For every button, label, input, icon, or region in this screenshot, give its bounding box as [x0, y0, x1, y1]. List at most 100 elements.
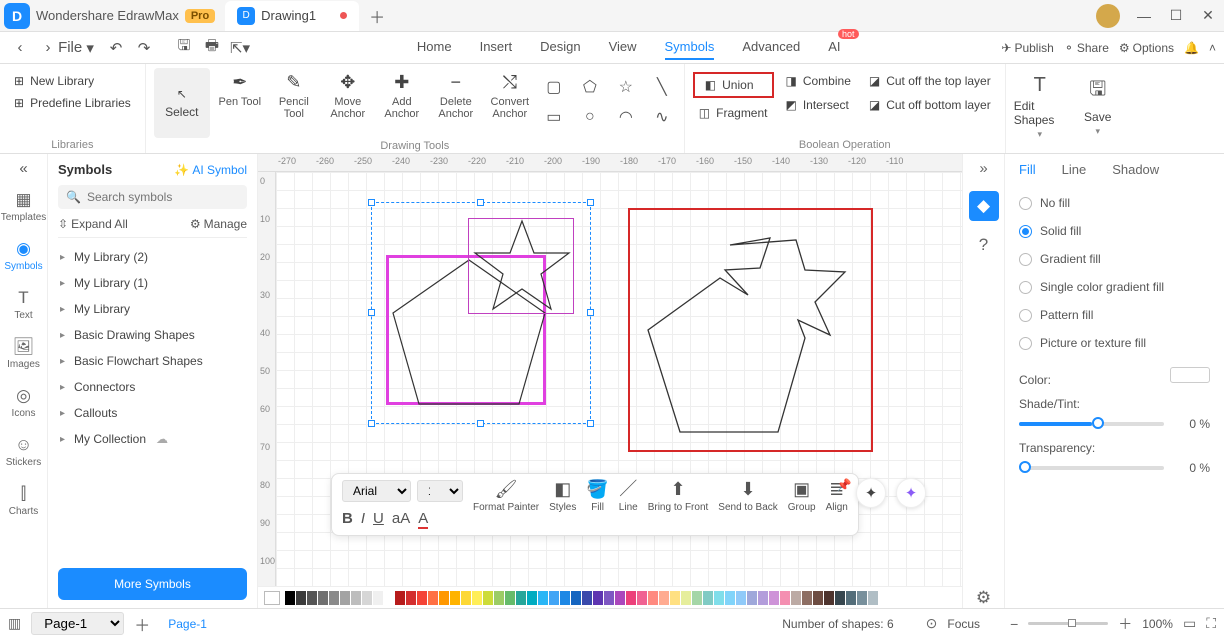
color-swatch[interactable]: [439, 591, 449, 605]
nofill-radio[interactable]: No fill: [1019, 196, 1210, 210]
color-swatch[interactable]: [340, 591, 350, 605]
color-swatch[interactable]: [505, 591, 515, 605]
resize-handle[interactable]: [477, 420, 484, 427]
pages-icon[interactable]: ▥: [8, 615, 21, 632]
color-swatch[interactable]: [549, 591, 559, 605]
textcase-button[interactable]: aA: [392, 510, 410, 529]
eyedropper-icon[interactable]: [264, 591, 280, 605]
color-swatch[interactable]: [769, 591, 779, 605]
pin-icon[interactable]: 📌: [837, 478, 852, 492]
curve-shape[interactable]: ∿: [648, 104, 676, 130]
color-swatch[interactable]: [791, 591, 801, 605]
color-swatch[interactable]: [681, 591, 691, 605]
arc-shape[interactable]: ◠: [612, 104, 640, 130]
cut-top-button[interactable]: ◪ Cut off the top layer: [863, 72, 997, 90]
font-select[interactable]: Arial: [342, 480, 411, 502]
fill-tab[interactable]: Fill: [1019, 162, 1036, 177]
lib-item[interactable]: ▸Callouts: [58, 400, 247, 426]
color-swatch[interactable]: [747, 591, 757, 605]
fit-page-icon[interactable]: ▭: [1183, 615, 1196, 632]
color-swatch[interactable]: [472, 591, 482, 605]
color-swatch[interactable]: [318, 591, 328, 605]
color-swatch[interactable]: [494, 591, 504, 605]
select-tool[interactable]: ↖ Select: [154, 68, 210, 138]
resize-handle[interactable]: [587, 309, 594, 316]
tab-design[interactable]: Design: [540, 35, 580, 60]
edit-shapes-button[interactable]: TEdit Shapes▾: [1014, 68, 1066, 140]
fontcolor-button[interactable]: A: [418, 510, 428, 529]
color-swatch[interactable]: [725, 591, 735, 605]
color-swatch[interactable]: [626, 591, 636, 605]
save-symbol-button[interactable]: 🖫Save▾: [1072, 68, 1124, 137]
shade-slider[interactable]: [1019, 422, 1164, 426]
intersect-button[interactable]: ◩ Intersect: [780, 96, 857, 114]
color-swatch[interactable]: [692, 591, 702, 605]
settings-icon[interactable]: ⚙: [976, 588, 991, 608]
smart-button[interactable]: ✦: [856, 478, 886, 508]
color-swatch[interactable]: [329, 591, 339, 605]
star-bbox[interactable]: [468, 218, 574, 314]
tab-ai[interactable]: AIhot: [828, 35, 840, 60]
color-swatch[interactable]: [835, 591, 845, 605]
color-swatch[interactable]: [857, 591, 867, 605]
minimize-button[interactable]: —: [1128, 0, 1160, 32]
star-shape[interactable]: ☆: [612, 74, 640, 100]
color-swatch[interactable]: [648, 591, 658, 605]
bold-button[interactable]: B: [342, 510, 353, 529]
resize-handle[interactable]: [368, 199, 375, 206]
gradient-radio[interactable]: Gradient fill: [1019, 252, 1210, 266]
save-icon[interactable]: 🖫: [172, 36, 196, 60]
fill-tool-icon[interactable]: ◆: [969, 191, 999, 221]
add-page-button[interactable]: ＋: [134, 612, 150, 636]
fill-button[interactable]: 🪣Fill: [586, 480, 608, 513]
page-select[interactable]: Page-1: [31, 612, 124, 635]
single-gradient-radio[interactable]: Single color gradient fill: [1019, 280, 1210, 294]
resize-handle[interactable]: [477, 199, 484, 206]
rail-stickers[interactable]: ☺Stickers: [0, 432, 47, 471]
page-tab[interactable]: Page-1: [160, 614, 215, 634]
lib-item[interactable]: ▸My Library (2): [58, 244, 247, 270]
document-tab[interactable]: D Drawing1: [225, 1, 359, 31]
bring-front-button[interactable]: ⬆Bring to Front: [648, 480, 709, 513]
color-swatch[interactable]: [461, 591, 471, 605]
color-swatch[interactable]: [802, 591, 812, 605]
resize-handle[interactable]: [368, 309, 375, 316]
rect-shape[interactable]: ▢: [540, 74, 568, 100]
close-button[interactable]: ✕: [1192, 0, 1224, 32]
line-tab[interactable]: Line: [1062, 162, 1087, 177]
color-swatch[interactable]: [659, 591, 669, 605]
union-button[interactable]: ◧ Union: [693, 72, 774, 98]
back-button[interactable]: ‹: [8, 36, 32, 60]
zoom-in-button[interactable]: ＋: [1118, 614, 1132, 634]
styles-button[interactable]: ◧Styles: [549, 480, 576, 513]
user-avatar[interactable]: [1096, 4, 1120, 28]
move-anchor-tool[interactable]: ✥Move Anchor: [324, 68, 372, 120]
color-swatch[interactable]: [637, 591, 647, 605]
combine-button[interactable]: ◨ Combine: [780, 72, 857, 90]
color-swatch[interactable]: [736, 591, 746, 605]
color-swatch[interactable]: [714, 591, 724, 605]
collapse-rail-icon[interactable]: «: [19, 160, 27, 177]
ai-sparkle-button[interactable]: ✦: [896, 478, 926, 508]
notifications-icon[interactable]: 🔔: [1184, 41, 1199, 55]
color-swatch[interactable]: [758, 591, 768, 605]
underline-button[interactable]: U: [373, 510, 384, 529]
color-swatch[interactable]: [571, 591, 581, 605]
focus-label[interactable]: Focus: [947, 617, 980, 631]
help-icon[interactable]: ?: [979, 235, 988, 255]
color-swatch[interactable]: [285, 591, 295, 605]
lib-item[interactable]: ▸My Collection ☁: [58, 426, 247, 452]
more-symbols-button[interactable]: More Symbols: [58, 568, 247, 600]
color-swatch[interactable]: [604, 591, 614, 605]
resize-handle[interactable]: [587, 199, 594, 206]
color-swatch[interactable]: [395, 591, 405, 605]
file-menu[interactable]: File ▾: [64, 36, 88, 60]
color-swatch[interactable]: [868, 591, 878, 605]
color-swatch[interactable]: [813, 591, 823, 605]
lib-item[interactable]: ▸Basic Drawing Shapes: [58, 322, 247, 348]
tab-home[interactable]: Home: [417, 35, 452, 60]
shadow-tab[interactable]: Shadow: [1112, 162, 1159, 177]
group-button[interactable]: ▣Group: [788, 480, 816, 513]
maximize-button[interactable]: ☐: [1160, 0, 1192, 32]
color-swatch[interactable]: [824, 591, 834, 605]
